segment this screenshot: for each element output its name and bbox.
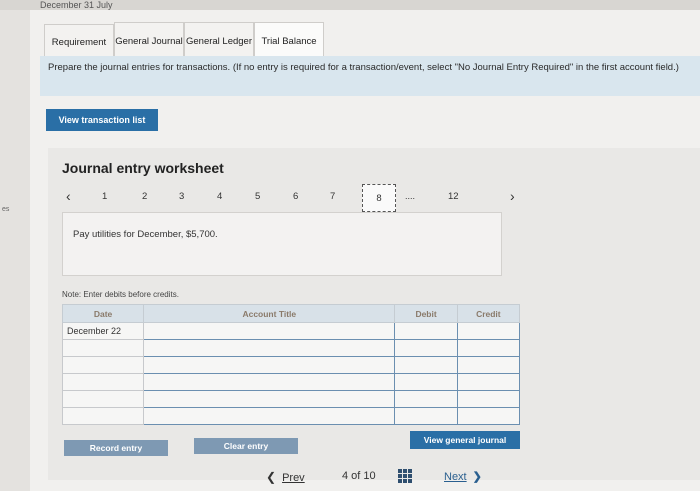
question-navigation: ❮ Prev 4 of 10 Next ❯	[30, 469, 700, 490]
credit-input[interactable]	[456, 339, 521, 357]
journal-entry-worksheet: Journal entry worksheet ‹ 1 2 3 4 5 6 7 …	[48, 148, 700, 480]
record-entry-button[interactable]: Record entry	[64, 440, 168, 456]
account-title-input[interactable]	[143, 390, 396, 408]
table-row	[61, 407, 521, 425]
main-panel: Requirement General Journal General Ledg…	[30, 10, 700, 491]
date-cell	[61, 339, 145, 357]
view-general-journal-button[interactable]: View general journal	[410, 431, 520, 449]
entry-pager: ‹ 1 2 3 4 5 6 7 8 .... 12 ›	[62, 184, 682, 212]
question-position: 4 of 10	[342, 470, 376, 482]
credit-input[interactable]	[456, 322, 521, 340]
credit-input[interactable]	[456, 390, 521, 408]
tab-requirement[interactable]: Requirement	[44, 24, 114, 60]
debit-input[interactable]	[394, 390, 458, 408]
pager-page-3[interactable]: 3	[179, 191, 184, 202]
account-title-input[interactable]	[143, 407, 396, 425]
pager-page-12[interactable]: 12	[448, 191, 459, 202]
account-title-header: Account Title	[143, 304, 396, 323]
account-title-input[interactable]	[143, 322, 396, 340]
prev-button[interactable]: ❮ Prev	[266, 470, 305, 484]
pager-page-1[interactable]: 1	[102, 191, 107, 202]
debit-input[interactable]	[394, 339, 458, 357]
credit-header: Credit	[456, 304, 521, 323]
next-button[interactable]: Next ❯	[444, 470, 482, 483]
account-title-input[interactable]	[143, 373, 396, 391]
date-cell: December 22	[61, 322, 145, 340]
transaction-description: Pay utilities for December, $5,700.	[62, 212, 502, 276]
debit-input[interactable]	[394, 322, 458, 340]
date-cell	[61, 373, 145, 391]
entry-note: Note: Enter debits before credits.	[62, 290, 179, 299]
instruction-text: Prepare the journal entries for transact…	[40, 56, 700, 96]
account-title-input[interactable]	[143, 356, 396, 374]
grid-icon[interactable]	[398, 469, 412, 483]
journal-table: Date Account Title Debit Credit December…	[61, 304, 521, 425]
pager-page-2[interactable]: 2	[142, 191, 147, 202]
chevron-right-icon: ❯	[472, 471, 482, 483]
pager-page-8-active[interactable]: 8	[362, 184, 396, 212]
pager-prev-arrow-icon[interactable]: ‹	[66, 188, 71, 204]
chevron-left-icon: ❮	[266, 470, 277, 484]
credit-input[interactable]	[456, 407, 521, 425]
debit-header: Debit	[394, 304, 458, 323]
tab-trial-balance[interactable]: Trial Balance	[254, 22, 324, 60]
clear-entry-button[interactable]: Clear entry	[194, 438, 298, 454]
pager-page-5[interactable]: 5	[255, 191, 260, 202]
table-row	[61, 390, 521, 408]
tab-bar: Requirement General Journal General Ledg…	[44, 22, 324, 60]
date-cell	[61, 356, 145, 374]
table-row	[61, 373, 521, 391]
pager-page-6[interactable]: 6	[293, 191, 298, 202]
credit-input[interactable]	[456, 373, 521, 391]
worksheet-title: Journal entry worksheet	[62, 160, 224, 176]
prev-label: Prev	[282, 472, 305, 484]
pager-ellipsis: ....	[405, 191, 416, 201]
debit-input[interactable]	[394, 373, 458, 391]
credit-input[interactable]	[456, 356, 521, 374]
table-row	[61, 339, 521, 357]
pager-next-arrow-icon[interactable]: ›	[510, 188, 515, 204]
table-row	[61, 356, 521, 374]
debit-input[interactable]	[394, 356, 458, 374]
date-cell	[61, 407, 145, 425]
view-transaction-list-button[interactable]: View transaction list	[46, 109, 158, 131]
date-header: Date	[61, 304, 145, 323]
pager-page-4[interactable]: 4	[217, 191, 222, 202]
date-cell	[61, 390, 145, 408]
table-row: December 22	[61, 322, 521, 340]
tab-general-journal[interactable]: General Journal	[114, 22, 184, 60]
top-strip: December 31 July	[0, 0, 700, 10]
left-edge-text: es	[2, 206, 10, 213]
debit-input[interactable]	[394, 407, 458, 425]
tab-general-ledger[interactable]: General Ledger	[184, 22, 254, 60]
table-header-row: Date Account Title Debit Credit	[61, 304, 521, 323]
next-label: Next	[444, 471, 467, 483]
account-title-input[interactable]	[143, 339, 396, 357]
pager-page-7[interactable]: 7	[330, 191, 335, 202]
